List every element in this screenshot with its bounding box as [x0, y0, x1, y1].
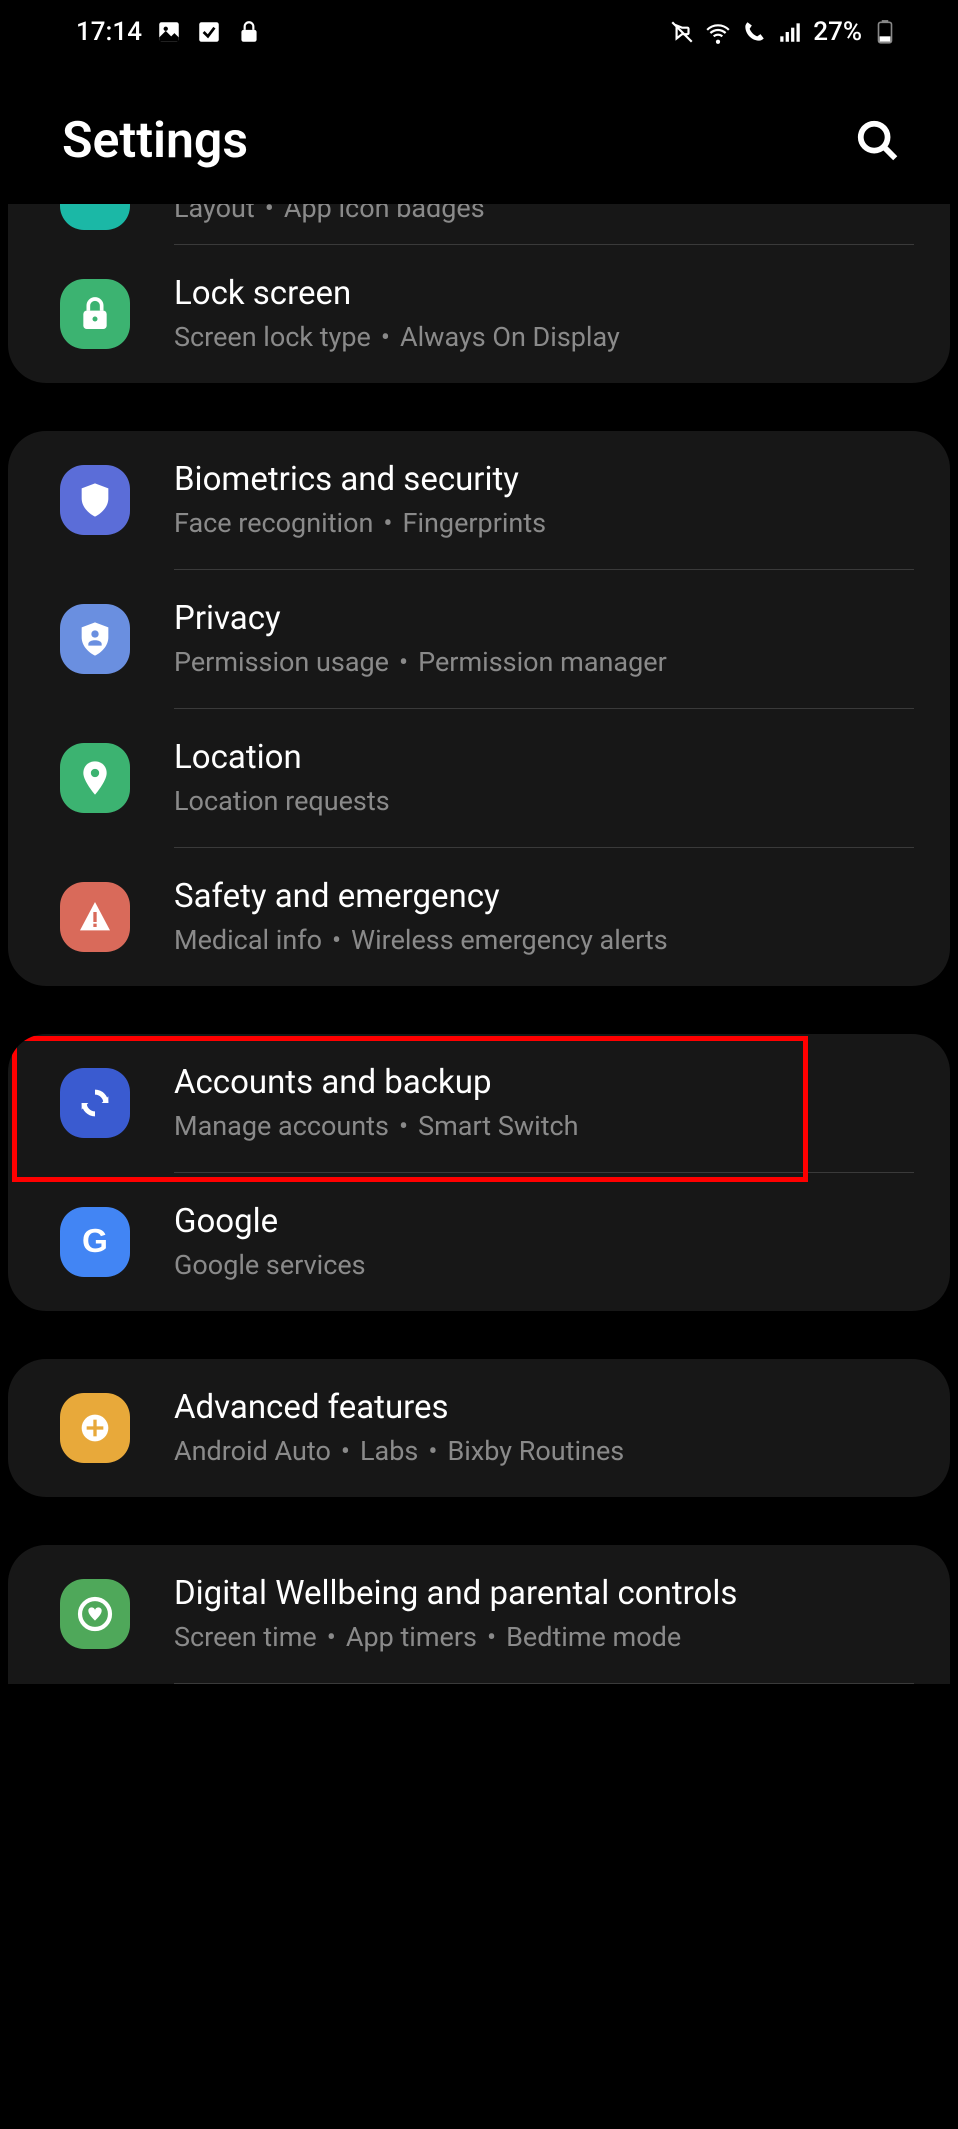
- row-location[interactable]: Location Location requests: [8, 709, 950, 847]
- pin-icon: [60, 743, 130, 813]
- shield-icon: [60, 465, 130, 535]
- settings-group: Biometrics and security Face recognition…: [8, 431, 950, 986]
- row-advanced-features[interactable]: Advanced features Android Auto•Labs•Bixb…: [8, 1359, 950, 1497]
- row-biometrics[interactable]: Biometrics and security Face recognition…: [8, 431, 950, 569]
- row-digital-wellbeing[interactable]: Digital Wellbeing and parental controls …: [8, 1545, 950, 1683]
- row-title: Lock screen: [174, 273, 914, 316]
- alert-icon: [60, 882, 130, 952]
- plus-gear-icon: [60, 1393, 130, 1463]
- settings-list: Layout • App icon badges Lock screen Scr…: [0, 204, 958, 1684]
- sync-icon: [60, 1068, 130, 1138]
- photo-icon: [156, 19, 182, 45]
- shield-person-icon: [60, 604, 130, 674]
- battery-pct: 27%: [813, 17, 862, 47]
- signal-icon: [777, 19, 803, 45]
- home-icon-partial: [60, 204, 130, 230]
- settings-group: Layout • App icon badges Lock screen Scr…: [8, 204, 950, 383]
- settings-group: Digital Wellbeing and parental controls …: [8, 1545, 950, 1684]
- search-icon: [855, 118, 901, 164]
- battery-icon: [872, 19, 898, 45]
- call-icon: [741, 19, 767, 45]
- row-accounts-backup[interactable]: Accounts and backup Manage accounts•Smar…: [8, 1034, 950, 1172]
- page-title: Settings: [62, 112, 248, 170]
- svg-text:G: G: [82, 1223, 108, 1260]
- vibrate-icon: [669, 19, 695, 45]
- search-button[interactable]: [852, 115, 904, 167]
- header: Settings: [0, 64, 958, 204]
- row-safety[interactable]: Safety and emergency Medical info•Wirele…: [8, 848, 950, 986]
- google-icon: G: [60, 1207, 130, 1277]
- status-time: 17:14: [76, 17, 142, 47]
- partial-sub1: Layout: [174, 204, 255, 224]
- wellbeing-icon: [60, 1579, 130, 1649]
- row-google[interactable]: G Google Google services: [8, 1173, 950, 1311]
- wifi-icon: [705, 19, 731, 45]
- partial-sub2: App icon badges: [284, 204, 485, 224]
- lock-icon: [60, 279, 130, 349]
- row-lock-screen[interactable]: Lock screen Screen lock type•Always On D…: [8, 245, 950, 383]
- checkbox-icon: [196, 19, 222, 45]
- status-bar: 17:14 27%: [0, 0, 958, 64]
- settings-group: Accounts and backup Manage accounts•Smar…: [8, 1034, 950, 1311]
- settings-group: Advanced features Android Auto•Labs•Bixb…: [8, 1359, 950, 1497]
- row-privacy[interactable]: Privacy Permission usage•Permission mana…: [8, 570, 950, 708]
- partial-row-top[interactable]: Layout • App icon badges: [8, 204, 950, 244]
- lock-status-icon: [236, 19, 262, 45]
